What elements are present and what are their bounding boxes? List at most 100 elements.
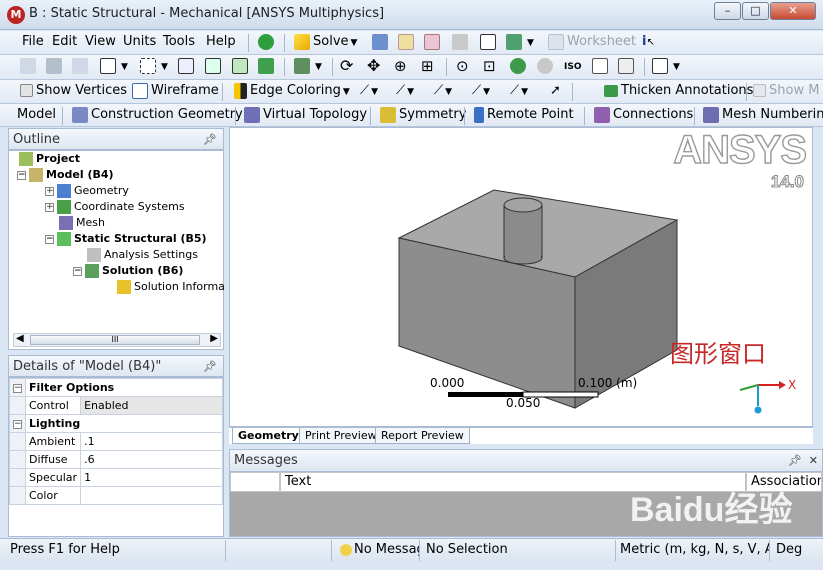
zoom-icon[interactable]: ⊕ (394, 55, 407, 77)
collapse-icon[interactable]: − (17, 170, 26, 180)
menu-units[interactable]: Units (123, 31, 156, 53)
worksheet-button[interactable]: Worksheet (548, 31, 636, 53)
tree-node-analysis-settings[interactable]: Analysis Settings (87, 247, 198, 263)
details-row[interactable]: Ambient .1 (9, 432, 223, 451)
scroll-thumb[interactable]: III (30, 335, 200, 345)
select-mode-icon[interactable] (20, 55, 39, 77)
wireframe-button[interactable]: Wireframe (132, 80, 219, 102)
minimize-button[interactable]: – (714, 2, 741, 20)
abc-icon[interactable] (398, 31, 417, 53)
details-row[interactable]: Diffuse .6 (9, 450, 223, 469)
maximize-button[interactable]: □ (742, 2, 769, 20)
whats-this-icon[interactable]: i↖ (642, 31, 655, 53)
property-value[interactable]: .1 (80, 432, 223, 451)
edge-style-3-icon[interactable]: ⟋ ▼ (434, 80, 452, 102)
box-select-icon[interactable]: ▼ (140, 55, 168, 77)
details-row[interactable]: Control Enabled (9, 396, 223, 415)
edge-style-5-icon[interactable]: ⟋ ▼ (510, 80, 528, 102)
symmetry-button[interactable]: Symmetry (380, 104, 466, 126)
tree-node-solution[interactable]: − Solution (B6) (73, 263, 183, 279)
collapse-icon[interactable]: − (73, 266, 82, 276)
collapse-icon[interactable]: − (13, 419, 22, 429)
virtual-topology-button[interactable]: Virtual Topology (244, 104, 367, 126)
pan-icon[interactable]: ✥ (367, 55, 380, 77)
collapse-icon[interactable]: − (13, 383, 22, 393)
status-angle-units[interactable]: Deg (770, 540, 823, 561)
insert-icon[interactable] (372, 31, 391, 53)
check-icon[interactable] (258, 31, 277, 53)
tree-node-geometry[interactable]: + Geometry (45, 183, 129, 199)
property-value[interactable]: .6 (80, 450, 223, 469)
tree-node-static-structural[interactable]: − Static Structural (B5) (45, 231, 207, 247)
status-messages[interactable]: No Messag (334, 540, 420, 561)
scroll-right-icon[interactable]: ▶ (210, 333, 218, 344)
zoom-box-icon[interactable]: ⊡ (483, 55, 496, 77)
solve-button[interactable]: Solve ▼ (294, 31, 357, 53)
show-vertices-button[interactable]: Show Vertices (20, 80, 127, 102)
details-group-row[interactable]: − Filter Options (9, 378, 223, 397)
vertex-select-icon[interactable] (178, 55, 197, 77)
pin-arrow-icon[interactable]: ➚ (550, 80, 561, 102)
previous-view-icon[interactable] (592, 55, 611, 77)
tree-node-project[interactable]: Project (19, 151, 80, 167)
pin-icon[interactable]: 📌︎ (788, 450, 802, 472)
image-icon[interactable]: ▼ (506, 31, 534, 53)
flame-icon[interactable] (452, 31, 471, 53)
connections-button[interactable]: Connections (594, 104, 693, 126)
edge-select-icon[interactable] (205, 55, 224, 77)
pin-icon[interactable]: 📌︎ (203, 356, 217, 378)
mesh-numbering-button[interactable]: Mesh Numberin (703, 104, 823, 126)
edge-style-1-icon[interactable]: ⟋ ▼ (360, 80, 378, 102)
cylinder-top-face[interactable] (503, 197, 543, 213)
model-geometry[interactable] (230, 128, 812, 426)
close-icon[interactable]: ✕ (809, 450, 818, 472)
construction-geometry-button[interactable]: Construction Geometry (72, 104, 243, 126)
app-icon[interactable]: M (7, 6, 25, 24)
details-group-row[interactable]: − Lighting (9, 414, 223, 433)
box-zoom-icon[interactable]: ⊞ (421, 55, 434, 77)
show-mesh-button[interactable]: Show M (753, 80, 819, 102)
scroll-left-icon[interactable]: ◀ (16, 333, 24, 344)
menu-file[interactable]: File (22, 31, 44, 53)
expand-icon[interactable]: + (45, 202, 54, 212)
details-row[interactable]: Color (9, 486, 223, 505)
cursor-icon[interactable] (46, 55, 65, 77)
property-value[interactable]: Enabled (80, 396, 223, 415)
outline-hscrollbar[interactable]: ◀ III ▶ (13, 333, 221, 347)
tab-geometry[interactable]: Geometry (232, 428, 305, 444)
menu-view[interactable]: View (85, 31, 116, 53)
tab-print-preview[interactable]: Print Preview (299, 428, 383, 444)
select-type-icon[interactable]: ▼ (100, 55, 128, 77)
status-units[interactable]: Metric (m, kg, N, s, V, A) (614, 540, 770, 561)
property-value[interactable] (80, 486, 223, 505)
messages-col-icon[interactable] (230, 472, 280, 492)
next-view-icon[interactable] (618, 55, 637, 77)
magnifier-green-icon[interactable] (510, 55, 529, 77)
pin-icon[interactable]: 📌︎ (203, 129, 217, 151)
iso-view-icon[interactable]: ISO (564, 55, 581, 77)
graphics-viewport[interactable]: ANSYS 14.0 0.000 0.100 (m) 0.050 X 图形窗口 (229, 127, 813, 427)
details-row[interactable]: Specular 1 (9, 468, 223, 487)
report-icon[interactable] (424, 31, 443, 53)
thicken-annotations-button[interactable]: Thicken Annotations (604, 80, 753, 102)
tab-report-preview[interactable]: Report Preview (375, 428, 470, 444)
extend-selection-icon[interactable]: ▼ (294, 55, 322, 77)
menu-edit[interactable]: Edit (52, 31, 77, 53)
expand-icon[interactable]: + (45, 186, 54, 196)
collapse-icon[interactable]: − (45, 234, 54, 244)
viewport-layout-icon[interactable]: ▼ (652, 55, 680, 77)
close-button[interactable]: ✕ (770, 2, 816, 20)
tree-node-model[interactable]: − Model (B4) (17, 167, 114, 183)
tree-node-coordinate-systems[interactable]: + Coordinate Systems (45, 199, 185, 215)
xyz-icon[interactable] (72, 55, 91, 77)
tree-node-mesh[interactable]: Mesh (59, 215, 105, 231)
magnifier-gray-icon[interactable] (537, 55, 556, 77)
body-select-icon[interactable] (258, 55, 277, 77)
remote-point-button[interactable]: Remote Point (474, 104, 574, 126)
face-select-icon[interactable] (232, 55, 251, 77)
zoom-to-fit-icon[interactable]: ⊙ (456, 55, 469, 77)
edge-style-4-icon[interactable]: ⟋ ▼ (472, 80, 490, 102)
tree-node-solution-information[interactable]: Solution Informa (117, 279, 225, 295)
edge-style-2-icon[interactable]: ⟋ ▼ (396, 80, 414, 102)
rotate-icon[interactable]: ⟳ (340, 55, 353, 77)
